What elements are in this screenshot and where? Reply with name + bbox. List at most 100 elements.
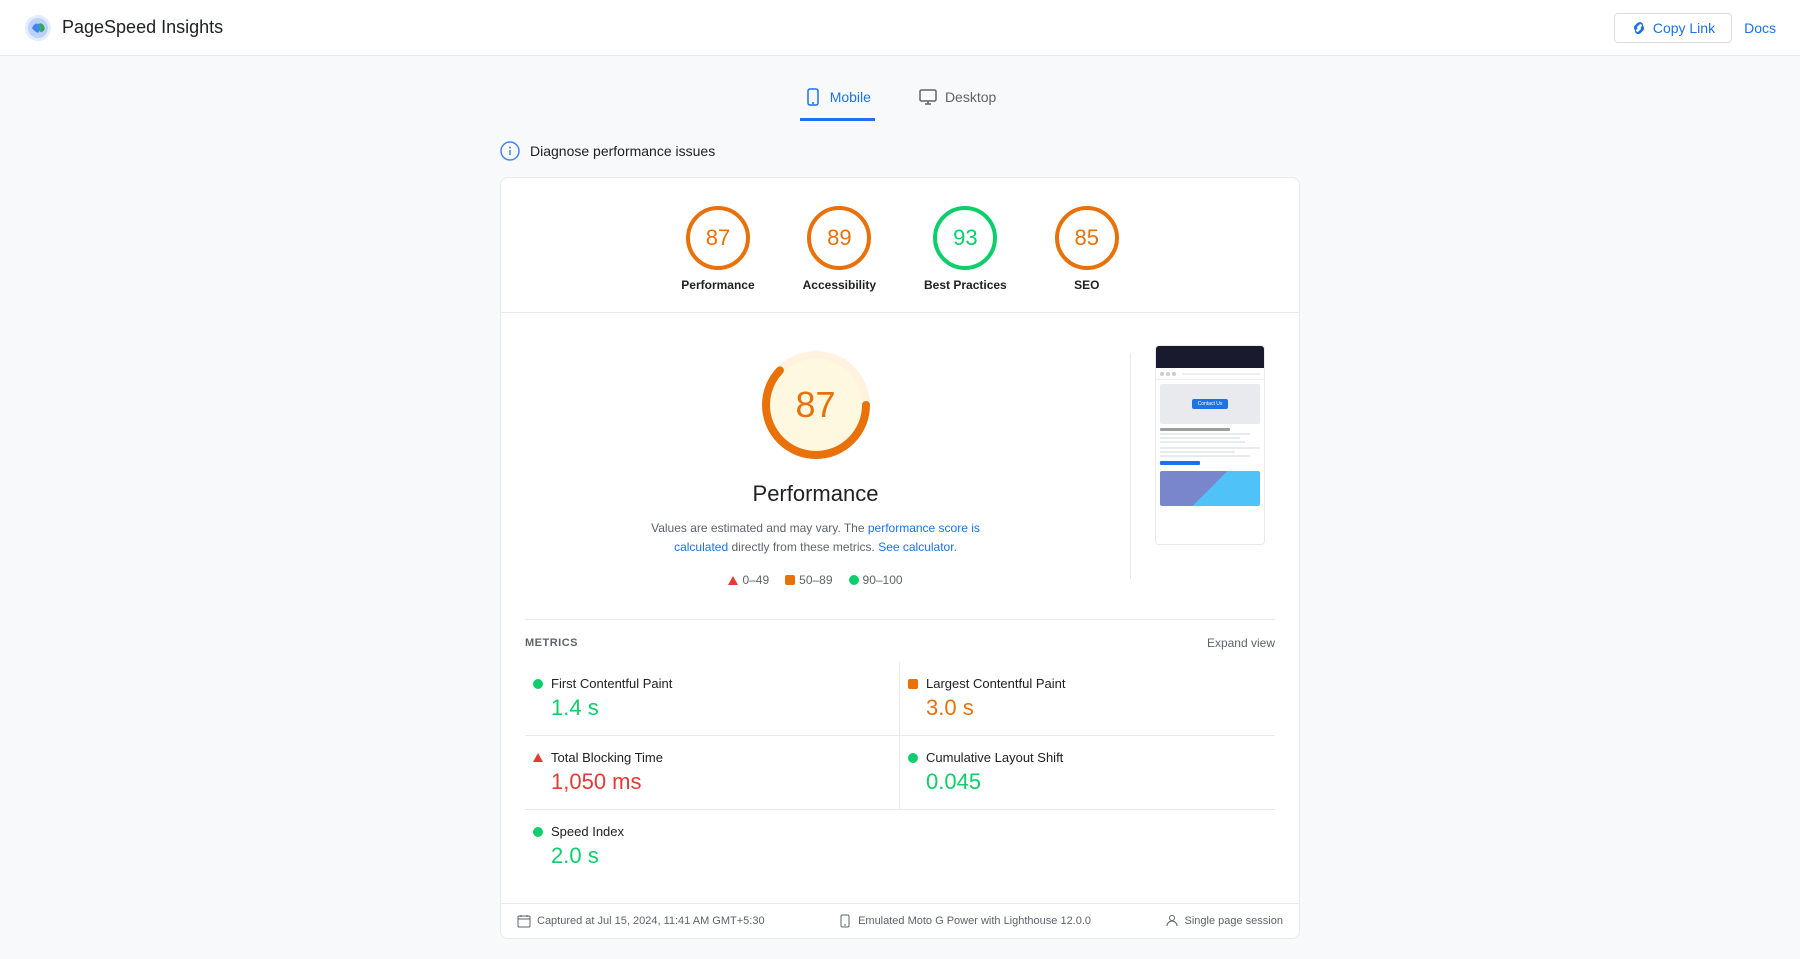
si-dot-icon	[533, 827, 543, 837]
metrics-header: METRICS Expand view	[525, 636, 1275, 650]
score-value-seo: 85	[1074, 225, 1098, 251]
copy-link-label: Copy Link	[1653, 20, 1715, 36]
metrics-grid: First Contentful Paint 1.4 s Largest Con…	[525, 662, 1275, 883]
preview-cta-btn: Contact Us	[1192, 399, 1229, 409]
legend-orange: 50–89	[785, 573, 832, 587]
tab-mobile-label: Mobile	[830, 89, 871, 105]
preview-subtext-3	[1160, 441, 1245, 443]
phone-icon	[838, 914, 852, 928]
vertical-divider	[1130, 353, 1131, 579]
info-circle-icon	[500, 141, 520, 161]
lcp-value: 3.0 s	[908, 695, 1267, 721]
metric-fcp-label: First Contentful Paint	[533, 676, 891, 691]
person-icon	[1165, 914, 1179, 928]
cls-label-text: Cumulative Layout Shift	[926, 750, 1063, 765]
metric-lcp-label: Largest Contentful Paint	[908, 676, 1267, 691]
si-label-text: Speed Index	[551, 824, 624, 839]
preview-line-3	[1160, 455, 1250, 457]
logo-area: PageSpeed Insights	[24, 14, 223, 42]
fcp-label-text: First Contentful Paint	[551, 676, 672, 691]
metric-fcp: First Contentful Paint 1.4 s	[525, 662, 900, 736]
score-value-performance: 87	[706, 225, 730, 251]
metric-lcp: Largest Contentful Paint 3.0 s	[900, 662, 1275, 736]
score-circle-best-practices: 93	[933, 206, 997, 270]
score-value-best-practices: 93	[953, 225, 977, 251]
calculator-link[interactable]: See calculator.	[878, 540, 957, 554]
tbt-value: 1,050 ms	[533, 769, 891, 795]
preview-subtext-2	[1160, 437, 1240, 439]
orange-square-icon	[785, 575, 795, 585]
tbt-label-text: Total Blocking Time	[551, 750, 663, 765]
score-legend: 0–49 50–89 90–100	[728, 573, 902, 587]
pagespeed-logo-icon	[24, 14, 52, 42]
metric-tbt: Total Blocking Time 1,050 ms	[525, 736, 900, 810]
fcp-value: 1.4 s	[533, 695, 891, 721]
score-item-performance: 87 Performance	[681, 206, 754, 292]
legend-red-label: 0–49	[742, 573, 769, 587]
desktop-icon	[919, 88, 937, 106]
green-dot-icon	[849, 575, 859, 585]
tab-mobile[interactable]: Mobile	[800, 76, 875, 121]
tab-desktop[interactable]: Desktop	[915, 76, 1000, 121]
preview-mockup: Contact Us	[1156, 346, 1264, 544]
site-preview-area: Contact Us	[1155, 345, 1275, 587]
diagnose-banner: Diagnose performance issues	[500, 141, 1300, 161]
footer-captured: Captured at Jul 15, 2024, 11:41 AM GMT+5…	[517, 914, 765, 928]
lcp-square-icon	[908, 679, 918, 689]
footer-emulated-text: Emulated Moto G Power with Lighthouse 12…	[858, 915, 1091, 927]
site-preview: Contact Us	[1155, 345, 1265, 545]
preview-subtext-1	[1160, 433, 1250, 435]
cls-value: 0.045	[908, 769, 1267, 795]
metrics-title: METRICS	[525, 637, 578, 649]
metric-cls: Cumulative Layout Shift 0.045	[900, 736, 1275, 810]
performance-section: 87 Performance Values are estimated and …	[501, 313, 1299, 619]
big-score-circle: 87	[756, 345, 876, 465]
metric-si-label: Speed Index	[533, 824, 892, 839]
fcp-dot-icon	[533, 679, 543, 689]
si-value: 2.0 s	[533, 843, 892, 869]
link-icon	[1631, 20, 1647, 36]
diagnose-text: Diagnose performance issues	[530, 143, 715, 159]
score-circle-seo: 85	[1055, 206, 1119, 270]
performance-title: Performance	[753, 481, 879, 507]
main-card: 87 Performance 89 Accessibility 93 Best …	[500, 177, 1300, 939]
score-circle-accessibility: 89	[807, 206, 871, 270]
expand-view-button[interactable]: Expand view	[1207, 636, 1275, 650]
docs-link[interactable]: Docs	[1744, 20, 1776, 36]
preview-btn-bar	[1160, 461, 1200, 465]
legend-orange-label: 50–89	[799, 573, 832, 587]
score-item-best-practices: 93 Best Practices	[924, 206, 1007, 292]
app-title: PageSpeed Insights	[62, 17, 223, 38]
preview-address-bar	[1182, 373, 1260, 375]
score-summary: 87 Performance 89 Accessibility 93 Best …	[501, 178, 1299, 313]
red-triangle-icon	[728, 576, 738, 585]
score-value-accessibility: 89	[827, 225, 851, 251]
footer-session: Single page session	[1165, 914, 1283, 928]
score-label-performance: Performance	[681, 278, 754, 292]
preview-header	[1156, 346, 1264, 368]
main-content: Mobile Desktop Diagnose performance issu…	[0, 56, 1800, 959]
metric-tbt-label: Total Blocking Time	[533, 750, 891, 765]
tbt-triangle-icon	[533, 753, 543, 762]
preview-line-2	[1160, 451, 1235, 453]
device-tabs: Mobile Desktop	[40, 76, 1760, 121]
preview-nav-dot-2	[1166, 372, 1170, 376]
performance-description: Values are estimated and may vary. The p…	[636, 519, 996, 557]
score-item-accessibility: 89 Accessibility	[803, 206, 876, 292]
footer-captured-text: Captured at Jul 15, 2024, 11:41 AM GMT+5…	[537, 915, 765, 927]
header-actions: Copy Link Docs	[1614, 13, 1776, 43]
tab-desktop-label: Desktop	[945, 89, 996, 105]
legend-red: 0–49	[728, 573, 769, 587]
footer-bar: Captured at Jul 15, 2024, 11:41 AM GMT+5…	[501, 903, 1299, 938]
preview-hero: Contact Us	[1160, 384, 1260, 424]
header: PageSpeed Insights Copy Link Docs	[0, 0, 1800, 56]
preview-nav	[1156, 368, 1264, 380]
preview-body: Contact Us	[1156, 380, 1264, 544]
copy-link-button[interactable]: Copy Link	[1614, 13, 1732, 43]
score-circle-performance: 87	[686, 206, 750, 270]
footer-emulated: Emulated Moto G Power with Lighthouse 12…	[838, 914, 1091, 928]
performance-left: 87 Performance Values are estimated and …	[525, 345, 1106, 587]
score-item-seo: 85 SEO	[1055, 206, 1119, 292]
calendar-icon	[517, 914, 531, 928]
score-label-accessibility: Accessibility	[803, 278, 876, 292]
